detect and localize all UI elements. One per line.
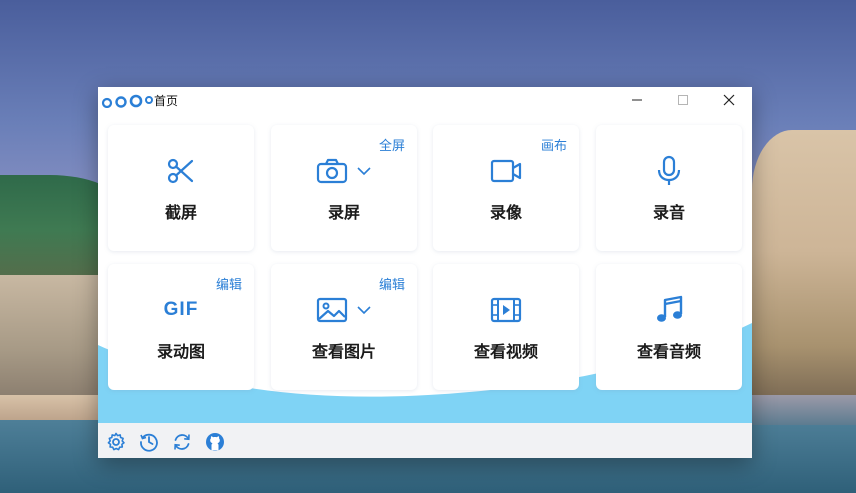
card-tag[interactable]: 画布 bbox=[541, 135, 567, 154]
card-tag[interactable]: 全屏 bbox=[379, 135, 405, 154]
github-icon[interactable] bbox=[205, 432, 225, 452]
card-screen-record[interactable]: 全屏 录屏 bbox=[271, 125, 417, 251]
card-label: 截屏 bbox=[164, 203, 197, 222]
refresh-icon[interactable] bbox=[172, 432, 192, 452]
card-view-images[interactable]: 编辑 查看图片 bbox=[271, 264, 417, 390]
wallpaper-cliff-left bbox=[0, 275, 100, 400]
close-button[interactable] bbox=[706, 87, 752, 113]
image-icon bbox=[316, 297, 348, 323]
minimize-icon bbox=[632, 99, 642, 101]
card-label: 录屏 bbox=[327, 203, 360, 222]
card-tag[interactable]: 编辑 bbox=[379, 274, 405, 293]
app-logo-icon bbox=[101, 94, 153, 108]
microphone-icon bbox=[657, 155, 681, 185]
card-label: 查看音频 bbox=[636, 342, 701, 361]
maximize-icon bbox=[678, 95, 688, 105]
card-label: 录动图 bbox=[156, 342, 205, 361]
main-content: 截屏 全屏 录屏 画布 录像 录音 编辑 GIF 录动图 编辑 查看图片 查看视… bbox=[98, 113, 752, 423]
wallpaper-cliff-right bbox=[752, 130, 856, 400]
card-view-audio[interactable]: 查看音频 bbox=[596, 264, 742, 390]
card-label: 录音 bbox=[652, 203, 685, 222]
card-screenshot[interactable]: 截屏 bbox=[108, 125, 254, 251]
chevron-down-icon[interactable] bbox=[356, 163, 372, 179]
settings-icon[interactable] bbox=[106, 432, 126, 452]
music-note-icon bbox=[657, 295, 683, 322]
chevron-down-icon[interactable] bbox=[356, 302, 372, 318]
maximize-button[interactable] bbox=[660, 87, 706, 113]
card-label: 录像 bbox=[489, 203, 522, 222]
close-icon bbox=[723, 94, 735, 106]
card-view-videos[interactable]: 查看视频 bbox=[433, 264, 579, 390]
app-window: 首页 截屏 全屏 录屏 画布 录像 录音 编辑 GIF 录动图 编辑 查看图片 … bbox=[98, 87, 752, 458]
gif-icon: GIF bbox=[163, 299, 199, 320]
history-icon[interactable] bbox=[139, 432, 159, 452]
film-icon bbox=[490, 297, 522, 323]
card-video-record[interactable]: 画布 录像 bbox=[433, 125, 579, 251]
card-label: 查看视频 bbox=[473, 342, 538, 361]
wallpaper-sea-right bbox=[752, 395, 856, 425]
minimize-button[interactable] bbox=[614, 87, 660, 113]
card-gif-record[interactable]: 编辑 GIF 录动图 bbox=[108, 264, 254, 390]
window-title: 首页 bbox=[154, 94, 179, 108]
scissors-icon bbox=[167, 158, 194, 184]
card-label: 查看图片 bbox=[311, 342, 376, 361]
bottom-toolbar bbox=[98, 423, 752, 458]
card-audio-record[interactable]: 录音 bbox=[596, 125, 742, 251]
title-bar[interactable]: 首页 bbox=[98, 87, 752, 113]
video-camera-icon bbox=[490, 159, 522, 183]
camera-icon bbox=[316, 158, 348, 184]
card-tag[interactable]: 编辑 bbox=[216, 274, 242, 293]
